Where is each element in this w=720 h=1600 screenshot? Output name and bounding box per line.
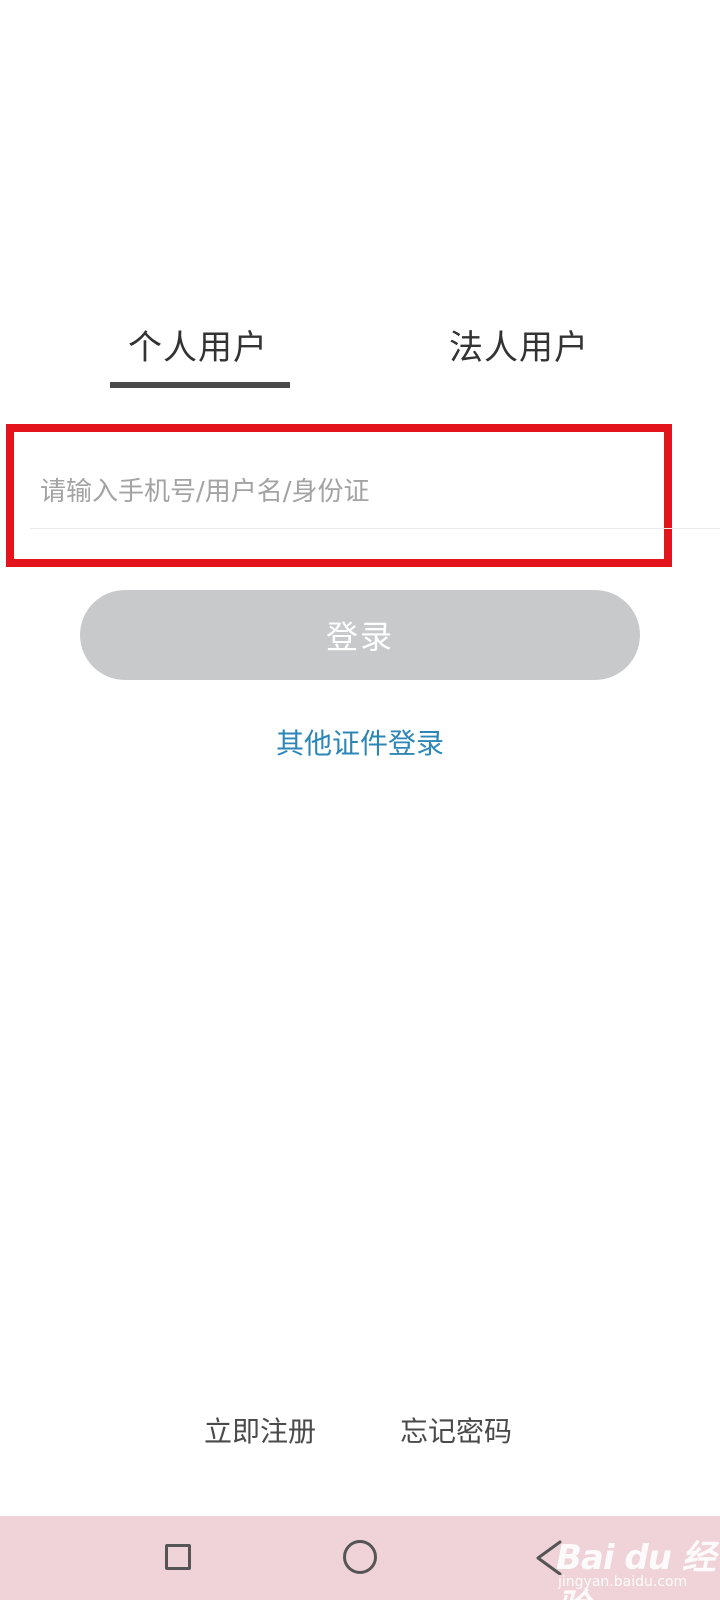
system-navigation-bar: Bai du 经验 jingyan.baidu.com [0,1516,720,1600]
baidu-jingyan-watermark: Bai du 经验 jingyan.baidu.com [556,1522,716,1600]
home-icon[interactable] [343,1540,377,1574]
login-screen: 个人用户 法人用户 登录 其他证件登录 立即注册 忘记密码 Bai du 经验 … [0,0,720,1600]
watermark-url: jingyan.baidu.com [558,1574,688,1590]
login-button[interactable]: 登录 [80,590,640,680]
register-link[interactable]: 立即注册 [204,1410,316,1450]
recent-apps-icon[interactable] [165,1544,191,1570]
tab-active-indicator [110,382,290,388]
other-id-login-link[interactable]: 其他证件登录 [0,722,720,762]
account-input[interactable] [40,462,720,522]
input-underline [30,528,720,529]
tab-personal-user[interactable]: 个人用户 [128,320,268,370]
tab-legal-user[interactable]: 法人用户 [449,320,589,370]
account-input-row [40,462,720,528]
forgot-password-link[interactable]: 忘记密码 [400,1410,512,1450]
